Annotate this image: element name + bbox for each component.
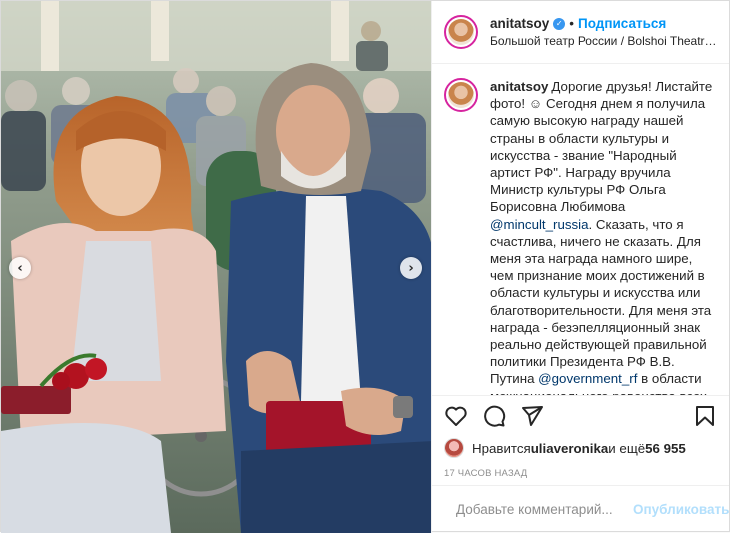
post-location[interactable]: Большой театр России / Bolshoi Theatre o… bbox=[490, 34, 719, 48]
post-photo[interactable]: ‹ › bbox=[1, 1, 432, 533]
comment-input[interactable] bbox=[456, 502, 633, 517]
save-button[interactable] bbox=[693, 404, 717, 428]
like-button[interactable] bbox=[444, 404, 468, 428]
likes-prefix: Нравится bbox=[472, 440, 531, 456]
post-header: anitatsoy ✓ • Подписаться Большой театр … bbox=[432, 1, 729, 64]
likes-mid: и ещё bbox=[608, 440, 646, 456]
header-separator: • bbox=[569, 16, 575, 31]
caption-text: Дорогие друзья! Листайте фото! ☺ Сегодня… bbox=[490, 79, 713, 215]
author-username[interactable]: anitatsoy bbox=[490, 16, 549, 31]
comment-form: Опубликовать bbox=[432, 486, 729, 533]
comment-icon bbox=[484, 405, 506, 427]
comment-button[interactable] bbox=[482, 404, 506, 428]
mention-link[interactable]: @government_rf bbox=[538, 371, 637, 386]
chevron-left-icon: ‹ bbox=[17, 260, 23, 276]
follow-button[interactable]: Подписаться bbox=[578, 16, 666, 31]
liker-username[interactable]: uliaveronika bbox=[531, 441, 609, 456]
post-timestamp[interactable]: 17 часов назад bbox=[432, 460, 729, 486]
photo-illustration bbox=[1, 1, 431, 533]
share-button[interactable] bbox=[520, 404, 544, 428]
caption-text-continued: . Сказать, что я счастлива, ничего не ск… bbox=[490, 216, 712, 387]
caption-username[interactable]: anitatsoy bbox=[490, 79, 548, 94]
caption-section: anitatsoy Дорогие друзья! Листайте фото! … bbox=[432, 64, 729, 396]
likes-summary: Нравится uliaveronika и ещё 56 955 bbox=[432, 436, 729, 460]
previous-photo-button[interactable]: ‹ bbox=[9, 257, 31, 279]
publish-button[interactable]: Опубликовать bbox=[633, 502, 729, 517]
share-icon bbox=[522, 406, 543, 426]
post-caption: anitatsoy Дорогие друзья! Листайте фото! … bbox=[490, 78, 715, 395]
action-bar bbox=[432, 396, 729, 436]
post-details-panel: anitatsoy ✓ • Подписаться Большой театр … bbox=[432, 1, 729, 533]
mention-link[interactable]: @mincult_russia bbox=[490, 217, 588, 232]
instagram-post: ‹ › anitatsoy ✓ • Подписаться Большой те… bbox=[0, 0, 730, 533]
heart-icon bbox=[445, 406, 467, 426]
liker-avatar[interactable] bbox=[444, 438, 464, 458]
bookmark-icon bbox=[696, 406, 714, 426]
likes-count[interactable]: 56 955 bbox=[645, 441, 686, 456]
chevron-right-icon: › bbox=[408, 260, 414, 276]
caption-author-avatar[interactable] bbox=[444, 78, 478, 112]
next-photo-button[interactable]: › bbox=[400, 257, 422, 279]
verified-badge-icon: ✓ bbox=[553, 17, 566, 30]
author-avatar[interactable] bbox=[444, 15, 478, 49]
